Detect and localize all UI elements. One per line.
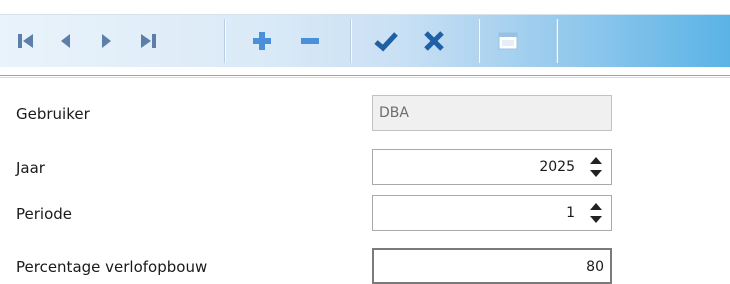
jaar-spinner-arrows-icon[interactable] (589, 154, 603, 180)
jaar-label: Jaar (16, 159, 45, 177)
periode-spin-edit[interactable]: 1 (372, 195, 612, 231)
percentage-verlofopbouw-value[interactable]: 80 (586, 259, 604, 275)
gebruiker-label: Gebruiker (16, 105, 90, 123)
percentage-verlofopbouw-label: Percentage verlofopbouw (16, 258, 208, 276)
gebruiker-value: DBA (379, 105, 409, 121)
gebruiker-field: DBA (372, 95, 612, 131)
periode-spinner-arrows-icon[interactable] (589, 200, 603, 226)
jaar-value[interactable]: 2025 (539, 159, 575, 175)
periode-label: Periode (16, 205, 73, 223)
jaar-spin-edit[interactable]: 2025 (372, 149, 612, 185)
percentage-verlofopbouw-field[interactable]: 80 (372, 248, 612, 284)
record-form: Gebruiker DBA Jaar 2025 Periode 1 Percen… (0, 0, 730, 284)
periode-value[interactable]: 1 (566, 205, 575, 221)
